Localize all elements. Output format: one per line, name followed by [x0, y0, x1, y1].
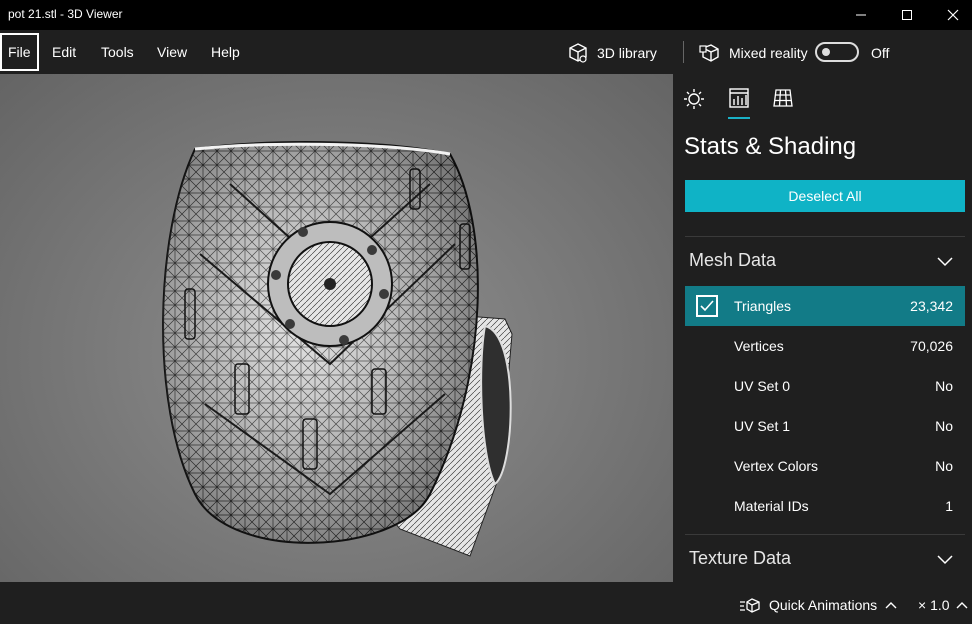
animation-speed-button[interactable]: × 1.0	[918, 597, 968, 613]
toggle-state-label: Off	[871, 45, 890, 61]
section-divider	[685, 534, 965, 535]
checkmark-icon	[700, 300, 714, 312]
mixed-reality-icon	[699, 44, 719, 62]
pot-mesh-model	[162, 141, 513, 557]
row-value: 1	[945, 498, 953, 514]
menu-view[interactable]: View	[149, 33, 195, 71]
tab-stats-shading[interactable]	[727, 86, 751, 110]
chevron-up-icon	[956, 602, 968, 609]
quick-animations-label: Quick Animations	[769, 597, 878, 613]
tab-grid[interactable]	[771, 86, 795, 110]
menu-help[interactable]: Help	[203, 33, 248, 71]
animation-icon	[740, 598, 760, 613]
menu-separator	[683, 41, 684, 63]
3d-library-label: 3D library	[597, 45, 657, 61]
section-divider	[685, 236, 965, 237]
bottom-bar: Quick Animations × 1.0	[0, 582, 972, 624]
menu-tools[interactable]: Tools	[93, 33, 142, 71]
mesh-row-triangles[interactable]: Triangles 23,342	[685, 286, 965, 326]
menu-file[interactable]: File	[0, 33, 39, 71]
tab-lighting[interactable]	[682, 86, 706, 110]
3d-library-button[interactable]: 3D library	[567, 40, 657, 66]
row-label: Vertices	[734, 338, 784, 354]
row-value: 70,026	[910, 338, 953, 354]
mixed-reality-toggle[interactable]	[815, 42, 859, 62]
chevron-down-icon[interactable]	[937, 257, 953, 267]
row-value: No	[935, 378, 953, 394]
row-label: Triangles	[734, 298, 792, 314]
mesh-data-header[interactable]: Mesh Data	[689, 250, 776, 271]
mesh-row-vertex-colors: Vertex Colors No	[685, 446, 965, 486]
cube-icon	[569, 43, 587, 63]
speed-value: × 1.0	[918, 597, 950, 613]
3d-viewport[interactable]	[0, 74, 673, 582]
mesh-row-vertices: Vertices 70,026	[685, 326, 965, 366]
mixed-reality-label: Mixed reality	[729, 45, 808, 61]
title-bar: pot 21.stl - 3D Viewer	[0, 0, 972, 30]
row-value: 23,342	[910, 298, 953, 314]
window-title: pot 21.stl - 3D Viewer	[8, 7, 123, 21]
row-label: Material IDs	[734, 498, 809, 514]
deselect-all-button[interactable]: Deselect All	[685, 180, 965, 212]
chevron-down-icon[interactable]	[937, 555, 953, 565]
row-label: UV Set 1	[734, 418, 791, 434]
toggle-knob	[822, 48, 830, 56]
mixed-reality-button[interactable]: Mixed reality	[699, 40, 808, 66]
minimize-button[interactable]	[838, 0, 884, 30]
close-icon	[947, 9, 959, 21]
close-button[interactable]	[930, 0, 972, 30]
mesh-row-material-ids: Material IDs 1	[685, 486, 965, 526]
lighting-icon	[684, 89, 704, 109]
maximize-button[interactable]	[884, 0, 930, 30]
stats-icon	[729, 88, 749, 108]
row-value: No	[935, 418, 953, 434]
menu-edit[interactable]: Edit	[44, 33, 84, 71]
mesh-row-uv-set-0: UV Set 0 No	[685, 366, 965, 406]
row-label: Vertex Colors	[734, 458, 819, 474]
mesh-row-uv-set-1: UV Set 1 No	[685, 406, 965, 446]
maximize-icon	[902, 10, 912, 20]
panel-title: Stats & Shading	[684, 133, 857, 160]
row-label: UV Set 0	[734, 378, 791, 394]
row-value: No	[935, 458, 953, 474]
minimize-icon	[856, 14, 866, 16]
texture-data-header[interactable]: Texture Data	[689, 548, 791, 569]
side-panel: Stats & Shading Deselect All Mesh Data T…	[673, 74, 972, 582]
grid-icon	[773, 89, 793, 107]
chevron-up-icon	[885, 602, 897, 609]
active-tab-indicator	[728, 117, 750, 119]
triangles-checkbox[interactable]	[696, 295, 718, 317]
quick-animations-button[interactable]: Quick Animations	[739, 597, 897, 613]
